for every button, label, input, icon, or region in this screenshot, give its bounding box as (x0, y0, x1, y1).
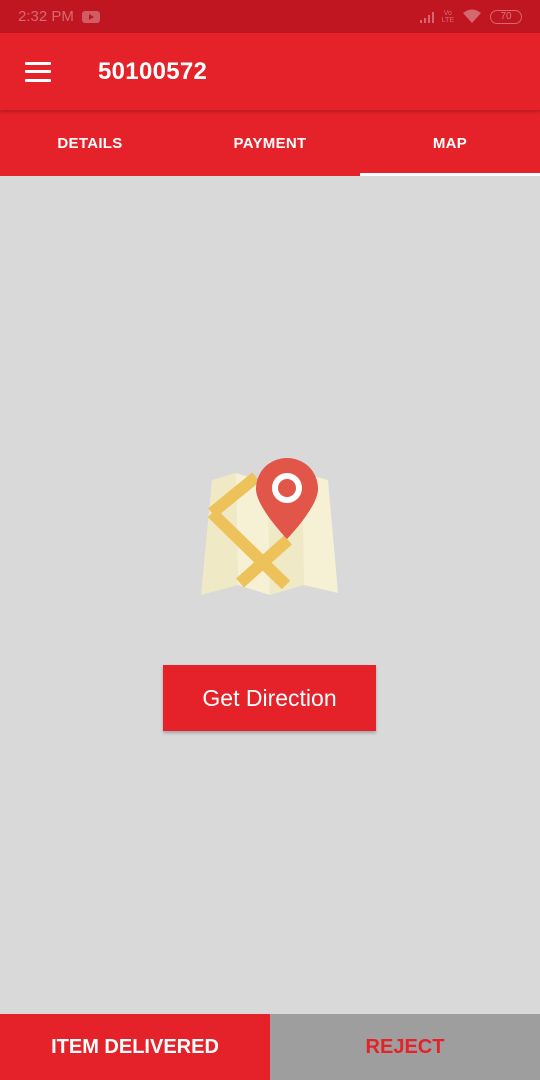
tab-payment[interactable]: PAYMENT (180, 110, 360, 176)
tab-bar: DETAILS PAYMENT MAP (0, 110, 540, 176)
signal-icon (419, 11, 434, 23)
tab-map[interactable]: MAP (360, 110, 540, 176)
status-left: 2:32 PM (18, 8, 100, 25)
map-pin-icon (201, 458, 338, 595)
status-right: Vo LTE 70 (419, 9, 522, 24)
tab-details[interactable]: DETAILS (0, 110, 180, 176)
hamburger-menu-icon[interactable] (25, 61, 51, 82)
status-bar: 2:32 PM Vo LTE 70 (0, 0, 540, 33)
status-time: 2:32 PM (18, 8, 74, 25)
youtube-notification-icon (81, 10, 100, 23)
battery-level: 70 (500, 11, 512, 22)
page-title: 50100572 (98, 57, 208, 85)
volte-icon: Vo LTE (441, 9, 454, 24)
battery-icon: 70 (490, 9, 522, 24)
bottom-action-bar: ITEM DELIVERED REJECT (0, 1014, 540, 1080)
item-delivered-button[interactable]: ITEM DELIVERED (0, 1014, 270, 1080)
get-direction-button[interactable]: Get Direction (163, 665, 376, 731)
wifi-icon (463, 9, 481, 23)
reject-button[interactable]: REJECT (270, 1014, 540, 1080)
app-bar: 50100572 (0, 33, 540, 110)
